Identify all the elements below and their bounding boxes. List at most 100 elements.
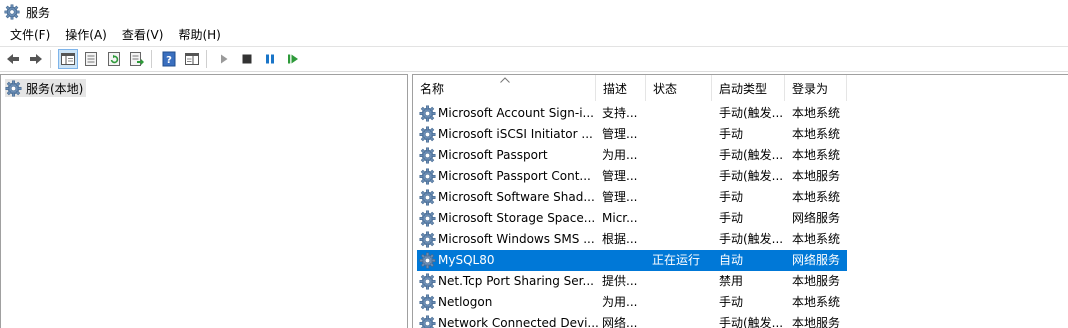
service-row[interactable]: Microsoft Software Shad... 管理... 手动 本地系统 — [417, 187, 847, 208]
back-icon — [7, 54, 19, 64]
service-gear-icon — [419, 189, 436, 206]
stop-service-button[interactable] — [237, 49, 257, 69]
service-description — [602, 250, 648, 271]
service-description: 管理... — [602, 169, 638, 183]
service-row[interactable]: Microsoft Storage Space... Micr... 手动 网络服务 — [417, 208, 847, 229]
properties-button[interactable] — [81, 49, 101, 69]
column-header-description[interactable]: 描述 — [596, 75, 646, 101]
column-header-name[interactable]: 名称 — [413, 75, 596, 101]
service-row[interactable]: Microsoft Passport 为用... 手动(触发... 本地系统 — [417, 145, 847, 166]
toolbar-separator — [206, 50, 207, 68]
service-name: Net.Tcp Port Sharing Ser... — [438, 274, 594, 288]
service-startup-type: 手动(触发... — [719, 316, 784, 328]
service-name: Microsoft Storage Space... — [438, 211, 596, 225]
column-header-log-on-as[interactable]: 登录为 — [785, 75, 847, 101]
tree-item-services-local[interactable]: 服务(本地) — [5, 79, 87, 97]
show-hide-tree-button[interactable] — [58, 49, 78, 69]
view-button[interactable] — [182, 49, 202, 69]
service-description: 为用... — [602, 295, 638, 309]
pause-service-icon — [266, 54, 274, 64]
forward-button[interactable] — [26, 49, 46, 69]
menu-help[interactable]: 帮助(H) — [173, 24, 225, 46]
service-log-on-as: 本地服务 — [792, 316, 841, 328]
back-button[interactable] — [3, 49, 23, 69]
tree-pane: 服务(本地) — [0, 74, 408, 328]
service-name: Network Connected Devi... — [438, 316, 599, 328]
service-status — [652, 229, 714, 250]
service-log-on-as: 本地系统 — [792, 106, 841, 120]
properties-icon — [85, 52, 97, 66]
services-list-pane: 名称 描述 状态 启动类型 登录为 Microsoft Account Sign… — [412, 74, 1068, 328]
service-description: 管理... — [602, 190, 638, 204]
service-startup-type: 自动 — [719, 253, 744, 267]
service-gear-icon — [419, 126, 436, 143]
service-log-on-as: 本地服务 — [792, 274, 841, 288]
menu-bar: 文件(F) 操作(A) 查看(V) 帮助(H) — [0, 24, 1068, 46]
service-log-on-as: 本地服务 — [792, 169, 841, 183]
refresh-button[interactable] — [104, 49, 124, 69]
services-gear-icon — [4, 4, 20, 20]
service-log-on-as: 网络服务 — [792, 211, 841, 225]
service-gear-icon — [419, 294, 436, 311]
service-gear-icon — [419, 105, 436, 122]
service-log-on-as: 本地系统 — [792, 232, 841, 246]
service-name: Microsoft Software Shad... — [438, 190, 595, 204]
service-row[interactable]: Network Connected Devi... 网络... 手动(触发... 本地… — [417, 313, 847, 328]
pause-service-button[interactable] — [260, 49, 280, 69]
menu-action[interactable]: 操作(A) — [60, 24, 112, 46]
help-button[interactable]: ? — [159, 49, 179, 69]
service-startup-type: 手动(触发... — [719, 232, 784, 246]
help-icon: ? — [162, 51, 176, 67]
service-gear-icon — [419, 252, 436, 269]
service-log-on-as: 本地系统 — [792, 148, 841, 162]
service-name: MySQL80 — [438, 253, 495, 267]
services-gear-icon — [5, 80, 22, 96]
service-row[interactable]: MySQL80 正在运行 自动 网络服务 — [417, 250, 847, 271]
service-description: 提供... — [602, 274, 638, 288]
menu-file[interactable]: 文件(F) — [5, 24, 55, 46]
view-icon — [185, 53, 199, 65]
service-status — [652, 313, 714, 328]
export-list-button[interactable] — [127, 49, 147, 69]
service-gear-icon — [419, 231, 436, 248]
service-startup-type: 手动(触发... — [719, 106, 784, 120]
service-status — [652, 208, 714, 229]
list-header: 名称 描述 状态 启动类型 登录为 — [413, 75, 1068, 101]
service-description: 根据... — [602, 232, 638, 246]
service-startup-type: 手动 — [719, 190, 744, 204]
service-log-on-as: 本地系统 — [792, 295, 841, 309]
service-description: 网络... — [602, 316, 638, 328]
service-status — [652, 145, 714, 166]
service-name: Microsoft Windows SMS ... — [438, 232, 595, 246]
column-header-status[interactable]: 状态 — [646, 75, 712, 101]
restart-service-button[interactable] — [283, 49, 303, 69]
service-row[interactable]: Microsoft iSCSI Initiator ... 管理... 手动 本地系统 — [417, 124, 847, 145]
service-log-on-as: 本地系统 — [792, 190, 841, 204]
service-row[interactable]: Microsoft Account Sign-i... 支持... 手动(触发...… — [417, 103, 847, 124]
service-description: Micr... — [602, 211, 638, 225]
refresh-icon — [108, 52, 120, 66]
service-status — [652, 124, 714, 145]
window-title: 服务 — [26, 5, 51, 20]
toolbar-separator — [50, 50, 51, 68]
service-name: Microsoft Passport — [438, 148, 548, 162]
service-status — [652, 166, 714, 187]
service-startup-type: 手动(触发... — [719, 148, 784, 162]
show-hide-tree-icon — [61, 53, 75, 65]
service-name: Netlogon — [438, 295, 493, 309]
service-startup-type: 手动 — [719, 295, 744, 309]
restart-service-icon — [288, 54, 298, 64]
service-gear-icon — [419, 147, 436, 164]
service-log-on-as: 网络服务 — [792, 253, 841, 267]
start-service-button[interactable] — [214, 49, 234, 69]
toolbar-separator — [151, 50, 152, 68]
column-header-startup-type[interactable]: 启动类型 — [712, 75, 785, 101]
service-startup-type: 手动(触发... — [719, 169, 784, 183]
menu-view[interactable]: 查看(V) — [117, 24, 169, 46]
service-row[interactable]: Microsoft Windows SMS ... 根据... 手动(触发... 本地… — [417, 229, 847, 250]
service-log-on-as: 本地系统 — [792, 127, 841, 141]
service-row[interactable]: Microsoft Passport Cont... 管理... 手动(触发... 本… — [417, 166, 847, 187]
service-row[interactable]: Net.Tcp Port Sharing Ser... 提供... 禁用 本地服务 — [417, 271, 847, 292]
forward-icon — [30, 54, 42, 64]
service-row[interactable]: Netlogon 为用... 手动 本地系统 — [417, 292, 847, 313]
